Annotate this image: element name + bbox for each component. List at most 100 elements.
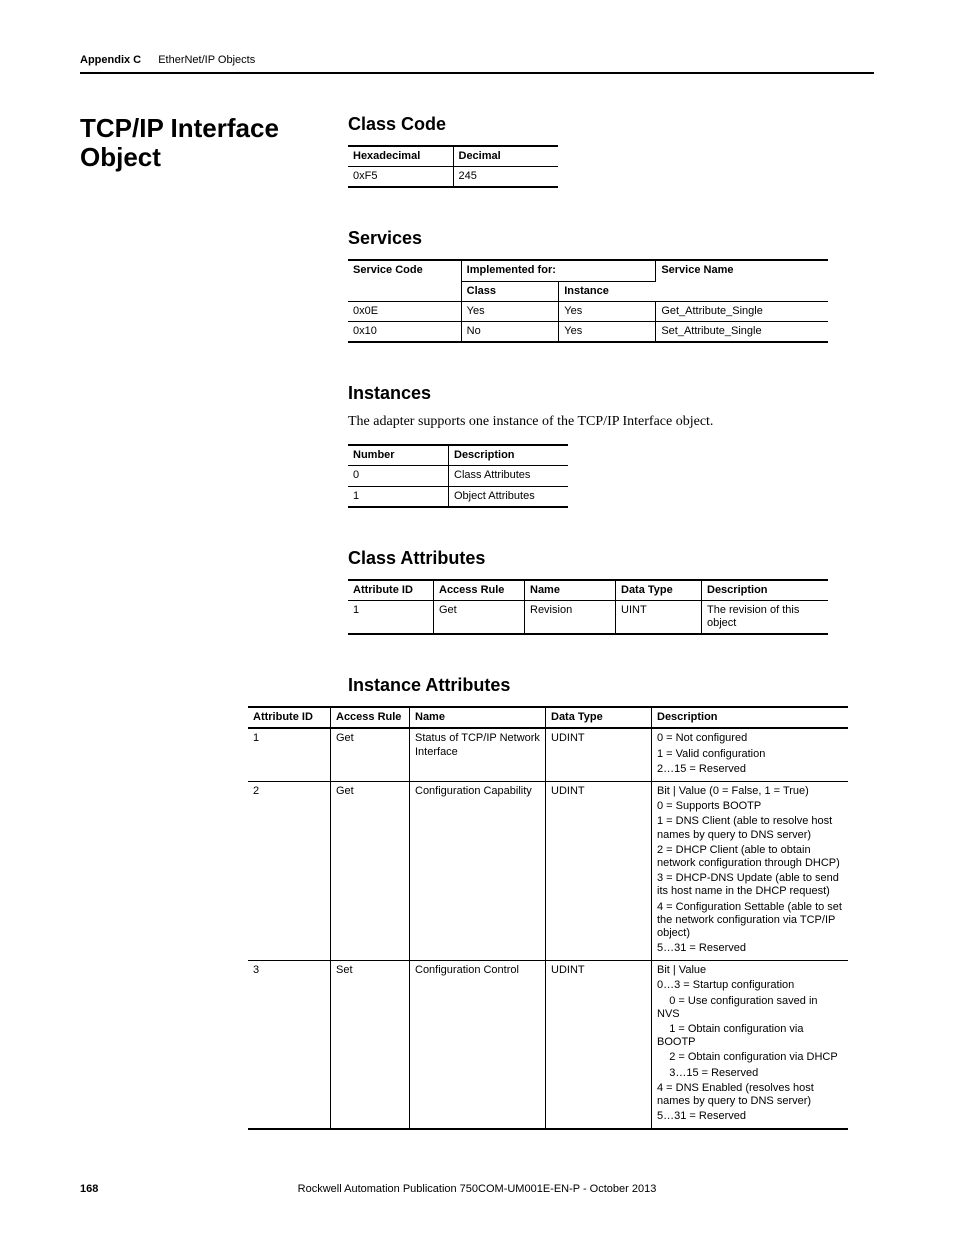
class-code-block: Class Code Hexadecimal Decimal 0xF5 245 <box>348 114 874 188</box>
desc-line: Bit | Value <box>657 964 843 977</box>
desc-line: 0 = Not configured <box>657 732 843 745</box>
col-implemented: Implemented for: <box>461 260 656 281</box>
cell: Configuration Control <box>410 961 546 1130</box>
publication-info: Rockwell Automation Publication 750COM-U… <box>80 1183 874 1195</box>
table-row: 0 Class Attributes <box>348 466 568 486</box>
col-hex: Hexadecimal <box>348 146 453 167</box>
desc-line: 2 = Obtain configuration via DHCP <box>657 1051 843 1064</box>
cell: UDINT <box>546 961 652 1130</box>
cell: Set <box>331 961 410 1130</box>
desc-line: 1 = DNS Client (able to resolve host nam… <box>657 815 843 841</box>
cell: 2 <box>248 782 331 961</box>
col-instance: Instance <box>559 281 656 301</box>
cell: Revision <box>525 600 616 634</box>
col-name: Name <box>525 580 616 601</box>
instances-table: Number Description 0 Class Attributes 1 … <box>348 444 568 508</box>
cell: The revision of this object <box>702 600 829 634</box>
cell: UINT <box>616 600 702 634</box>
cell: Get <box>434 600 525 634</box>
cell: 3 <box>248 961 331 1130</box>
class-attributes-heading: Class Attributes <box>348 548 874 569</box>
instance-attributes-block: Instance Attributes Attribute ID Access … <box>80 675 874 1130</box>
instance-attributes-heading: Instance Attributes <box>348 675 874 696</box>
cell: Get <box>331 782 410 961</box>
cell-description: Bit | Value (0 = False, 1 = True) 0 = Sup… <box>652 782 849 961</box>
desc-line: 0 = Supports BOOTP <box>657 800 843 813</box>
cell: 0 <box>348 466 449 486</box>
table-row: 0xF5 245 <box>348 167 558 188</box>
table-row: 0x10 No Yes Set_Attribute_Single <box>348 321 828 342</box>
col-desc: Description <box>449 445 569 466</box>
cell-dec: 245 <box>453 167 558 188</box>
col-desc: Description <box>652 707 849 728</box>
col-class: Class <box>461 281 559 301</box>
cell-description: 0 = Not configured 1 = Valid configuratio… <box>652 728 849 781</box>
instances-block: Instances The adapter supports one insta… <box>348 383 874 508</box>
cell: Yes <box>559 321 656 342</box>
cell: Status of TCP/IP Network Interface <box>410 728 546 781</box>
cell: Yes <box>559 301 656 321</box>
header-title: EtherNet/IP Objects <box>158 54 255 66</box>
cell: 1 <box>348 486 449 507</box>
col-dtype: Data Type <box>546 707 652 728</box>
page-footer: 168 Rockwell Automation Publication 750C… <box>80 1183 874 1195</box>
class-attributes-table: Attribute ID Access Rule Name Data Type … <box>348 579 828 636</box>
desc-line: 0…3 = Startup configuration <box>657 979 843 992</box>
cell-description: Bit | Value 0…3 = Startup configuration 0… <box>652 961 849 1130</box>
instances-heading: Instances <box>348 383 874 404</box>
table-row: 1GetStatus of TCP/IP Network InterfaceUD… <box>248 728 848 781</box>
cell: Yes <box>461 301 559 321</box>
col-number: Number <box>348 445 449 466</box>
desc-line: 4 = Configuration Settable (able to set … <box>657 901 843 941</box>
cell: Set_Attribute_Single <box>656 321 828 342</box>
cell: 1 <box>248 728 331 781</box>
col-access: Access Rule <box>331 707 410 728</box>
cell: 1 <box>348 600 434 634</box>
col-access: Access Rule <box>434 580 525 601</box>
cell-hex: 0xF5 <box>348 167 453 188</box>
instance-attributes-table: Attribute ID Access Rule Name Data Type … <box>248 706 848 1130</box>
cell: Configuration Capability <box>410 782 546 961</box>
col-attrid: Attribute ID <box>348 580 434 601</box>
table-row: 3SetConfiguration ControlUDINTBit | Valu… <box>248 961 848 1130</box>
cell: UDINT <box>546 728 652 781</box>
desc-line: 0 = Use configuration saved in NVS <box>657 995 843 1021</box>
cell: UDINT <box>546 782 652 961</box>
col-service-code: Service Code <box>348 260 461 301</box>
cell: Class Attributes <box>449 466 569 486</box>
col-attrid: Attribute ID <box>248 707 331 728</box>
col-dec: Decimal <box>453 146 558 167</box>
desc-line: 5…31 = Reserved <box>657 1110 843 1123</box>
section-title: TCP/IP Interface Object <box>80 114 348 171</box>
desc-line: 2…15 = Reserved <box>657 763 843 776</box>
class-attributes-block: Class Attributes Attribute ID Access Rul… <box>348 548 874 636</box>
desc-line: Bit | Value (0 = False, 1 = True) <box>657 785 843 798</box>
appendix-label: Appendix C <box>80 54 141 66</box>
desc-line: 3…15 = Reserved <box>657 1067 843 1080</box>
class-code-table: Hexadecimal Decimal 0xF5 245 <box>348 145 558 188</box>
instances-intro: The adapter supports one instance of the… <box>348 414 874 430</box>
col-name: Name <box>410 707 546 728</box>
desc-line: 3 = DHCP-DNS Update (able to send its ho… <box>657 872 843 898</box>
desc-line: 2 = DHCP Client (able to obtain network … <box>657 844 843 870</box>
services-block: Services Service Code Implemented for: S… <box>348 228 874 343</box>
col-service-name: Service Name <box>656 260 828 301</box>
desc-line: 1 = Valid configuration <box>657 748 843 761</box>
page-header: Appendix C EtherNet/IP Objects <box>80 54 874 74</box>
desc-line: 1 = Obtain configuration via BOOTP <box>657 1023 843 1049</box>
table-row: 0x0E Yes Yes Get_Attribute_Single <box>348 301 828 321</box>
cell: Get <box>331 728 410 781</box>
col-dtype: Data Type <box>616 580 702 601</box>
table-row: 1 Object Attributes <box>348 486 568 507</box>
table-row: 1 Get Revision UINT The revision of this… <box>348 600 828 634</box>
desc-line: 5…31 = Reserved <box>657 942 843 955</box>
col-desc: Description <box>702 580 829 601</box>
services-table: Service Code Implemented for: Service Na… <box>348 259 828 343</box>
class-code-heading: Class Code <box>348 114 874 135</box>
services-heading: Services <box>348 228 874 249</box>
cell: Get_Attribute_Single <box>656 301 828 321</box>
table-row: 2GetConfiguration CapabilityUDINTBit | V… <box>248 782 848 961</box>
cell: Object Attributes <box>449 486 569 507</box>
desc-line: 4 = DNS Enabled (resolves host names by … <box>657 1082 843 1108</box>
cell: No <box>461 321 559 342</box>
